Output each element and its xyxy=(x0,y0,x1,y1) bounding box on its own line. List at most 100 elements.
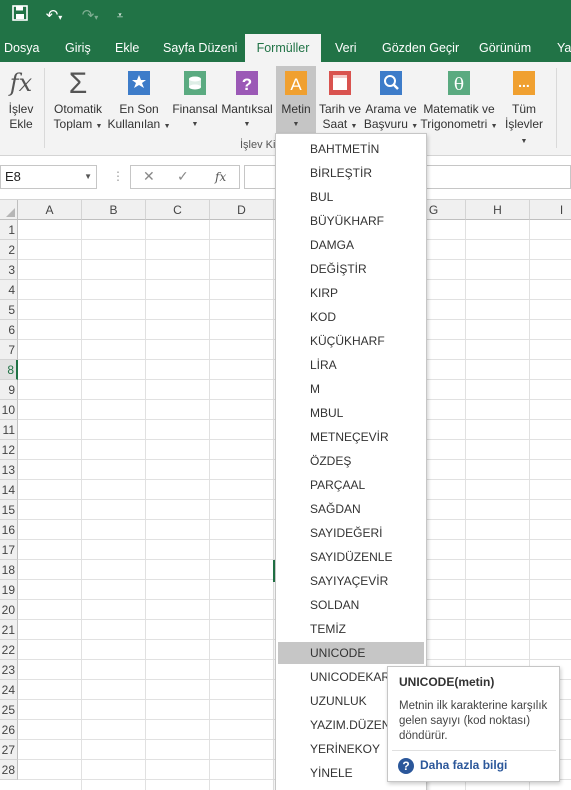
grid-line xyxy=(209,220,210,790)
row-header[interactable]: 8 xyxy=(0,360,18,380)
row-header[interactable]: 18 xyxy=(0,560,18,580)
menu-item[interactable]: BAHTMETİN xyxy=(278,138,424,160)
formula-bar-grip-icon[interactable]: ⋮ xyxy=(112,169,124,183)
column-header[interactable]: C xyxy=(146,200,210,220)
lookup-icon xyxy=(376,68,406,98)
more-info-link[interactable]: ? Daha fazla bilgi xyxy=(398,758,507,774)
all-functions-icon: ... xyxy=(509,68,539,98)
column-header[interactable]: H xyxy=(466,200,530,220)
row-header[interactable]: 3 xyxy=(0,260,18,280)
insert-function-icon[interactable]: fx xyxy=(215,170,226,184)
tab-dosya[interactable]: Dosya xyxy=(4,34,39,62)
menu-item[interactable]: KOD xyxy=(278,306,424,328)
financial-button[interactable]: Finansal ▼ xyxy=(172,66,218,152)
tab-ya[interactable]: Ya xyxy=(557,34,571,62)
menu-item[interactable]: M xyxy=(278,378,424,400)
sigma-icon: Σ xyxy=(68,66,88,100)
column-header[interactable]: A xyxy=(18,200,82,220)
button-label: İşlev xyxy=(8,102,34,116)
menu-item[interactable]: KÜÇÜKHARF xyxy=(278,330,424,352)
row-header[interactable]: 4 xyxy=(0,280,18,300)
tab-ekle[interactable]: Ekle xyxy=(115,34,139,62)
undo-button[interactable]: ↶▾ xyxy=(40,5,68,27)
row-header[interactable]: 23 xyxy=(0,660,18,680)
column-header[interactable]: B xyxy=(82,200,146,220)
menu-item[interactable]: MBUL xyxy=(278,402,424,424)
menu-item[interactable]: BUL xyxy=(278,186,424,208)
row-header[interactable]: 22 xyxy=(0,640,18,660)
enter-icon[interactable]: ✓ xyxy=(177,168,189,185)
row-header[interactable]: 27 xyxy=(0,740,18,760)
tab-sayfa-duzeni[interactable]: Sayfa Düzeni xyxy=(163,34,237,62)
divider xyxy=(556,68,557,148)
row-header[interactable]: 25 xyxy=(0,700,18,720)
row-header[interactable]: 1 xyxy=(0,220,18,240)
column-header[interactable]: D xyxy=(210,200,274,220)
row-header[interactable]: 2 xyxy=(0,240,18,260)
menu-item[interactable]: METNEÇEVİR xyxy=(278,426,424,448)
date-time-icon xyxy=(325,68,355,98)
menu-item[interactable]: BİRLEŞTİR xyxy=(278,162,424,184)
menu-item[interactable]: SAYIYAÇEVİR xyxy=(278,570,424,592)
name-box[interactable]: E8 ▼ xyxy=(0,165,97,189)
tab-formuller[interactable]: Formüller xyxy=(245,34,321,62)
row-header[interactable]: 11 xyxy=(0,420,18,440)
row-header[interactable]: 13 xyxy=(0,460,18,480)
menu-item[interactable]: LİRA xyxy=(278,354,424,376)
chevron-down-icon[interactable]: ▼ xyxy=(84,166,92,188)
row-header[interactable]: 26 xyxy=(0,720,18,740)
chevron-down-icon: ▼ xyxy=(191,121,199,128)
cancel-icon[interactable]: ✕ xyxy=(143,168,155,185)
row-header[interactable]: 7 xyxy=(0,340,18,360)
row-header[interactable]: 17 xyxy=(0,540,18,560)
row-header[interactable]: 24 xyxy=(0,680,18,700)
customize-toolbar-icon[interactable]: ⩡ xyxy=(113,5,127,27)
menu-item[interactable]: KIRP xyxy=(278,282,424,304)
row-header[interactable]: 28 xyxy=(0,760,18,780)
row-header[interactable]: 12 xyxy=(0,440,18,460)
row-header[interactable]: 9 xyxy=(0,380,18,400)
row-header[interactable]: 5 xyxy=(0,300,18,320)
chevron-down-icon: ▼ xyxy=(411,123,419,130)
menu-item[interactable]: UNICODE xyxy=(278,642,424,664)
autosum-button[interactable]: Σ Otomatik Toplam ▼ xyxy=(50,66,106,152)
menu-item[interactable]: ÖZDEŞ xyxy=(278,450,424,472)
button-label: Metin xyxy=(281,102,311,116)
name-box-value: E8 xyxy=(5,169,21,184)
chevron-down-icon: ▼ xyxy=(520,138,528,145)
divider xyxy=(44,68,45,148)
save-icon[interactable] xyxy=(10,5,30,27)
math-trig-button[interactable]: θ Matematik ve Trigonometri ▼ xyxy=(420,66,498,152)
column-header[interactable]: I xyxy=(530,200,571,220)
tab-veri[interactable]: Veri xyxy=(335,34,357,62)
row-header[interactable]: 6 xyxy=(0,320,18,340)
menu-item[interactable]: SOLDAN xyxy=(278,594,424,616)
menu-item[interactable]: BÜYÜKHARF xyxy=(278,210,424,232)
group-label: İşlev Ki xyxy=(240,139,276,151)
quick-access-toolbar: ↶▾ ↷▾ ⩡ xyxy=(0,0,571,34)
row-header[interactable]: 15 xyxy=(0,500,18,520)
tab-giris[interactable]: Giriş xyxy=(65,34,91,62)
menu-item[interactable]: SAYIDÜZENLE xyxy=(278,546,424,568)
insert-function-button[interactable]: fx İşlev Ekle xyxy=(2,66,40,152)
redo-button[interactable]: ↷▾ xyxy=(76,5,104,27)
row-header[interactable]: 10 xyxy=(0,400,18,420)
tab-gozden-gecir[interactable]: Gözden Geçir xyxy=(382,34,459,62)
menu-item[interactable]: SAYIDEĞERİ xyxy=(278,522,424,544)
row-header[interactable]: 14 xyxy=(0,480,18,500)
row-header[interactable]: 20 xyxy=(0,600,18,620)
menu-item[interactable]: DEĞİŞTİR xyxy=(278,258,424,280)
recently-used-button[interactable]: En Son Kullanılan ▼ xyxy=(107,66,171,152)
menu-item[interactable]: PARÇAAL xyxy=(278,474,424,496)
row-header[interactable]: 16 xyxy=(0,520,18,540)
menu-item[interactable]: SAĞDAN xyxy=(278,498,424,520)
tab-gorunum[interactable]: Görünüm xyxy=(479,34,531,62)
svg-text:θ: θ xyxy=(454,75,464,95)
select-all-button[interactable] xyxy=(0,200,18,220)
all-functions-button[interactable]: ... Tüm İşlevler ▼ xyxy=(500,66,548,152)
row-header[interactable]: 19 xyxy=(0,580,18,600)
menu-item[interactable]: DAMGA xyxy=(278,234,424,256)
ribbon-tabs: Dosya Giriş Ekle Sayfa Düzeni Formüller … xyxy=(0,34,571,62)
menu-item[interactable]: TEMİZ xyxy=(278,618,424,640)
row-header[interactable]: 21 xyxy=(0,620,18,640)
